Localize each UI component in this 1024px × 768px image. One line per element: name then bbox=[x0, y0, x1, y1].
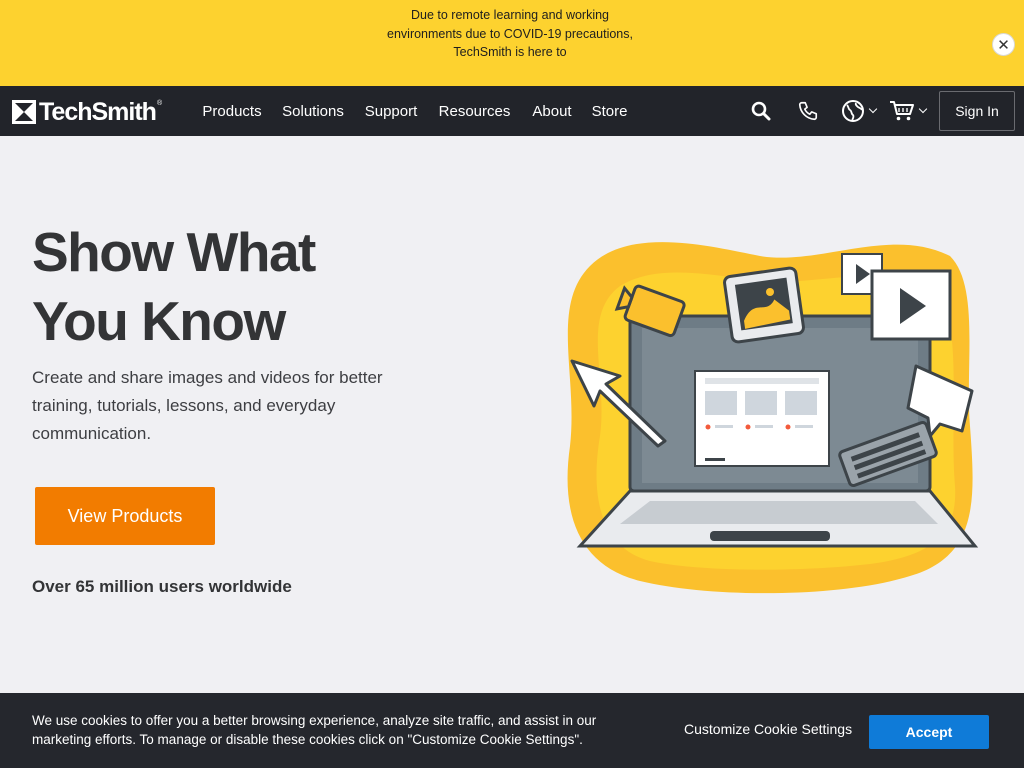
nav-item-resources[interactable]: Resources bbox=[432, 86, 517, 136]
banner-text: Due to remote learning and working envir… bbox=[387, 8, 633, 59]
logo-mark-icon bbox=[12, 100, 36, 124]
globe-icon[interactable] bbox=[836, 86, 880, 136]
view-products-button[interactable]: View Products bbox=[35, 487, 215, 545]
nav-item-support[interactable]: Support bbox=[356, 86, 426, 136]
cookie-text: We use cookies to offer you a better bro… bbox=[32, 713, 597, 747]
techsmith-logo[interactable]: TechSmith ® bbox=[12, 97, 162, 127]
users-count-text: Over 65 million users worldwide bbox=[32, 577, 292, 596]
hero-heading: Show What You Know bbox=[32, 218, 502, 356]
nav-item-solutions[interactable]: Solutions bbox=[275, 86, 351, 136]
customize-cookie-settings-link[interactable]: Customize Cookie Settings bbox=[684, 721, 852, 737]
cookie-consent-bar: We use cookies to offer you a better bro… bbox=[0, 693, 1024, 768]
hero-heading-line2: You Know bbox=[32, 290, 286, 352]
close-icon[interactable]: ✕ bbox=[992, 33, 1015, 56]
sign-in-button[interactable]: Sign In bbox=[939, 91, 1015, 131]
logo-text: TechSmith bbox=[39, 97, 157, 126]
chevron-down-icon bbox=[918, 104, 927, 114]
main-nav: TechSmith ® Products Solutions Support R… bbox=[0, 86, 1024, 136]
hero-subtitle: Create and share images and videos for b… bbox=[32, 368, 383, 443]
cart-icon[interactable] bbox=[882, 86, 932, 136]
accept-cookies-button[interactable]: Accept bbox=[869, 715, 989, 749]
phone-icon[interactable] bbox=[788, 86, 828, 136]
nav-item-products[interactable]: Products bbox=[192, 86, 272, 136]
logo-registered-mark: ® bbox=[156, 100, 163, 107]
nav-item-store[interactable]: Store bbox=[586, 86, 633, 136]
covid-banner: Due to remote learning and working envir… bbox=[0, 0, 1024, 86]
search-icon[interactable] bbox=[742, 86, 780, 136]
chevron-down-icon bbox=[868, 104, 877, 114]
hero-illustration bbox=[567, 242, 979, 594]
nav-item-about[interactable]: About bbox=[524, 86, 580, 136]
hero-heading-line1: Show What bbox=[32, 221, 316, 283]
